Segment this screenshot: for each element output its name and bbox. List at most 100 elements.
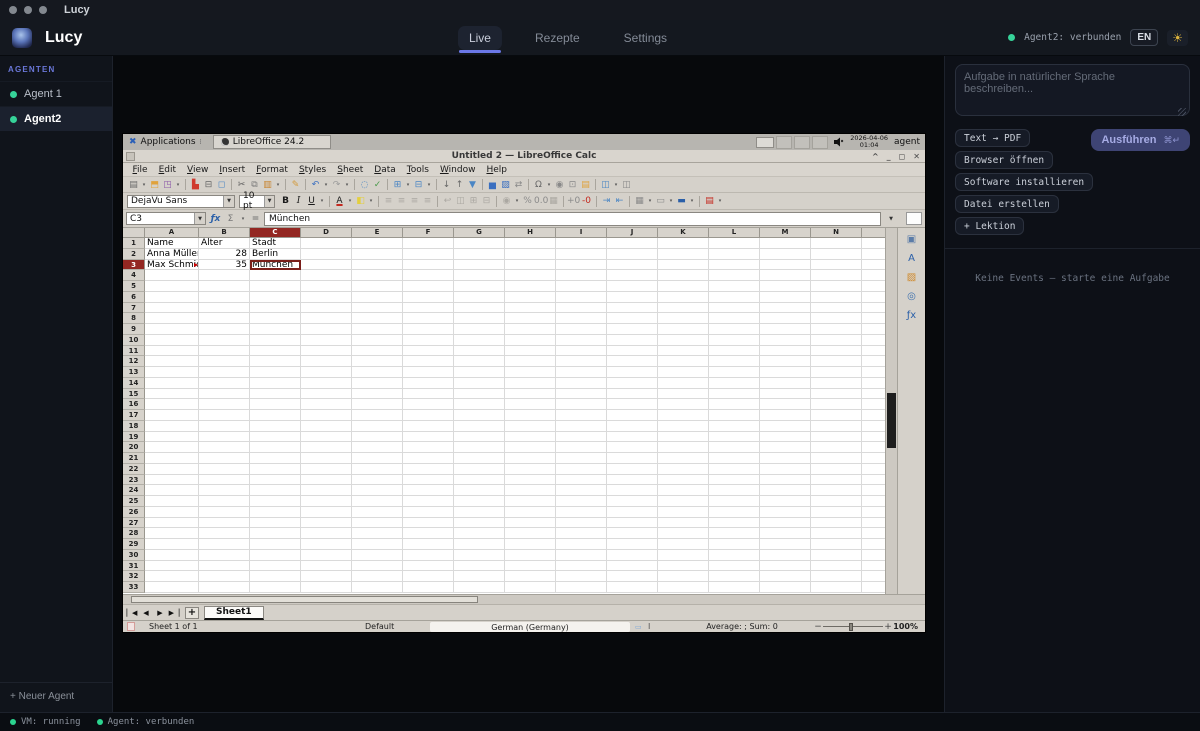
cell-C17[interactable]	[250, 410, 301, 421]
cell-H3[interactable]	[505, 260, 556, 271]
menu-sheet[interactable]: Sheet	[332, 165, 369, 175]
row-header-7[interactable]: 7	[123, 303, 145, 314]
cell-B26[interactable]	[199, 507, 250, 518]
cell-J13[interactable]	[607, 367, 658, 378]
cell-N24[interactable]	[811, 485, 862, 496]
cell-F23[interactable]	[403, 475, 454, 486]
cell-L2[interactable]	[709, 249, 760, 260]
cell-D25[interactable]	[301, 496, 352, 507]
save-dd-icon[interactable]: ▾	[174, 182, 182, 188]
cell-M7[interactable]	[760, 303, 811, 314]
cell-J15[interactable]	[607, 389, 658, 400]
cell-G33[interactable]	[454, 582, 505, 593]
cell-N31[interactable]	[811, 561, 862, 572]
cell-J25[interactable]	[607, 496, 658, 507]
menu-format[interactable]: Format	[251, 165, 294, 175]
cell-K20[interactable]	[658, 442, 709, 453]
cell-A20[interactable]	[145, 442, 199, 453]
cell-L29[interactable]	[709, 539, 760, 550]
autofilter-icon[interactable]: ▼	[466, 178, 479, 192]
print-preview-icon[interactable]: ◻	[215, 178, 228, 192]
cell-M13[interactable]	[760, 367, 811, 378]
cell-F10[interactable]	[403, 335, 454, 346]
cell-A1[interactable]: Name	[145, 238, 199, 249]
cell-I26[interactable]	[556, 507, 607, 518]
cell-A18[interactable]	[145, 421, 199, 432]
cell-F33[interactable]	[403, 582, 454, 593]
cell-B16[interactable]	[199, 399, 250, 410]
row-header-19[interactable]: 19	[123, 432, 145, 443]
cell-H33[interactable]	[505, 582, 556, 593]
menu-data[interactable]: Data	[369, 165, 402, 175]
cell-B2[interactable]: 28	[199, 249, 250, 260]
cell-M3[interactable]	[760, 260, 811, 271]
cell-E19[interactable]	[352, 432, 403, 443]
cell-D4[interactable]	[301, 270, 352, 281]
cell-M10[interactable]	[760, 335, 811, 346]
cell-K9[interactable]	[658, 324, 709, 335]
cell-H22[interactable]	[505, 464, 556, 475]
cell-J29[interactable]	[607, 539, 658, 550]
cell-M27[interactable]	[760, 518, 811, 529]
cell-A8[interactable]	[145, 313, 199, 324]
cell-I2[interactable]	[556, 249, 607, 260]
column-header-L[interactable]: L	[709, 228, 760, 238]
cell-D26[interactable]	[301, 507, 352, 518]
cell-N29[interactable]	[811, 539, 862, 550]
cell-J30[interactable]	[607, 550, 658, 561]
cell-D15[interactable]	[301, 389, 352, 400]
cell-F2[interactable]	[403, 249, 454, 260]
expand-formula-bar-icon[interactable]: ▼	[884, 216, 898, 222]
cell-C33[interactable]	[250, 582, 301, 593]
cell-H2[interactable]	[505, 249, 556, 260]
vm-screen[interactable]: ✖ Applications ⁞ LibreOffice 24.2	[123, 134, 925, 632]
row-header-5[interactable]: 5	[123, 281, 145, 292]
cell-I11[interactable]	[556, 346, 607, 357]
cell-M24[interactable]	[760, 485, 811, 496]
cell-H13[interactable]	[505, 367, 556, 378]
cell-M15[interactable]	[760, 389, 811, 400]
undo-dd-icon[interactable]: ▾	[322, 182, 330, 188]
highlighting-dd-icon[interactable]: ▾	[367, 198, 375, 204]
cell-B15[interactable]	[199, 389, 250, 400]
cell-J5[interactable]	[607, 281, 658, 292]
action-browser-ffnen[interactable]: Browser öffnen	[955, 151, 1053, 169]
cell-F3[interactable]	[403, 260, 454, 271]
insert-mode-icon[interactable]: I	[648, 621, 650, 632]
cell-G17[interactable]	[454, 410, 505, 421]
cell-L16[interactable]	[709, 399, 760, 410]
cell-C9[interactable]	[250, 324, 301, 335]
cell-D2[interactable]	[301, 249, 352, 260]
row-header-11[interactable]: 11	[123, 346, 145, 357]
cell-L30[interactable]	[709, 550, 760, 561]
next-sheet-button[interactable]: ▶	[154, 609, 166, 617]
merge-center-icon[interactable]: ⊞	[467, 194, 480, 208]
cell-M25[interactable]	[760, 496, 811, 507]
cell-I3[interactable]	[556, 260, 607, 271]
cell-G28[interactable]	[454, 528, 505, 539]
cell-reference-box[interactable]: C3 ▼	[126, 212, 206, 225]
format-currency-dd-icon[interactable]: ▾	[513, 198, 521, 204]
cell-J31[interactable]	[607, 561, 658, 572]
cell-G16[interactable]	[454, 399, 505, 410]
selection-mode-icon[interactable]: ▭	[635, 621, 642, 632]
cell-H28[interactable]	[505, 528, 556, 539]
menu-insert[interactable]: Insert	[214, 165, 251, 175]
unmerge-icon[interactable]: ⊟	[480, 194, 493, 208]
merge-cells-icon[interactable]: ◫	[454, 194, 467, 208]
column-header-K[interactable]: K	[658, 228, 709, 238]
cell-M32[interactable]	[760, 571, 811, 582]
row-header-2[interactable]: 2	[123, 249, 145, 260]
print-icon[interactable]: ⊟	[202, 178, 215, 192]
cell-L22[interactable]	[709, 464, 760, 475]
cell-N21[interactable]	[811, 453, 862, 464]
row-header-24[interactable]: 24	[123, 485, 145, 496]
cell-G15[interactable]	[454, 389, 505, 400]
cell-I33[interactable]	[556, 582, 607, 593]
cell-H18[interactable]	[505, 421, 556, 432]
cell-K6[interactable]	[658, 292, 709, 303]
cell-M2[interactable]	[760, 249, 811, 260]
cell-E11[interactable]	[352, 346, 403, 357]
cell-G2[interactable]	[454, 249, 505, 260]
zoom-slider-handle[interactable]	[849, 623, 853, 631]
